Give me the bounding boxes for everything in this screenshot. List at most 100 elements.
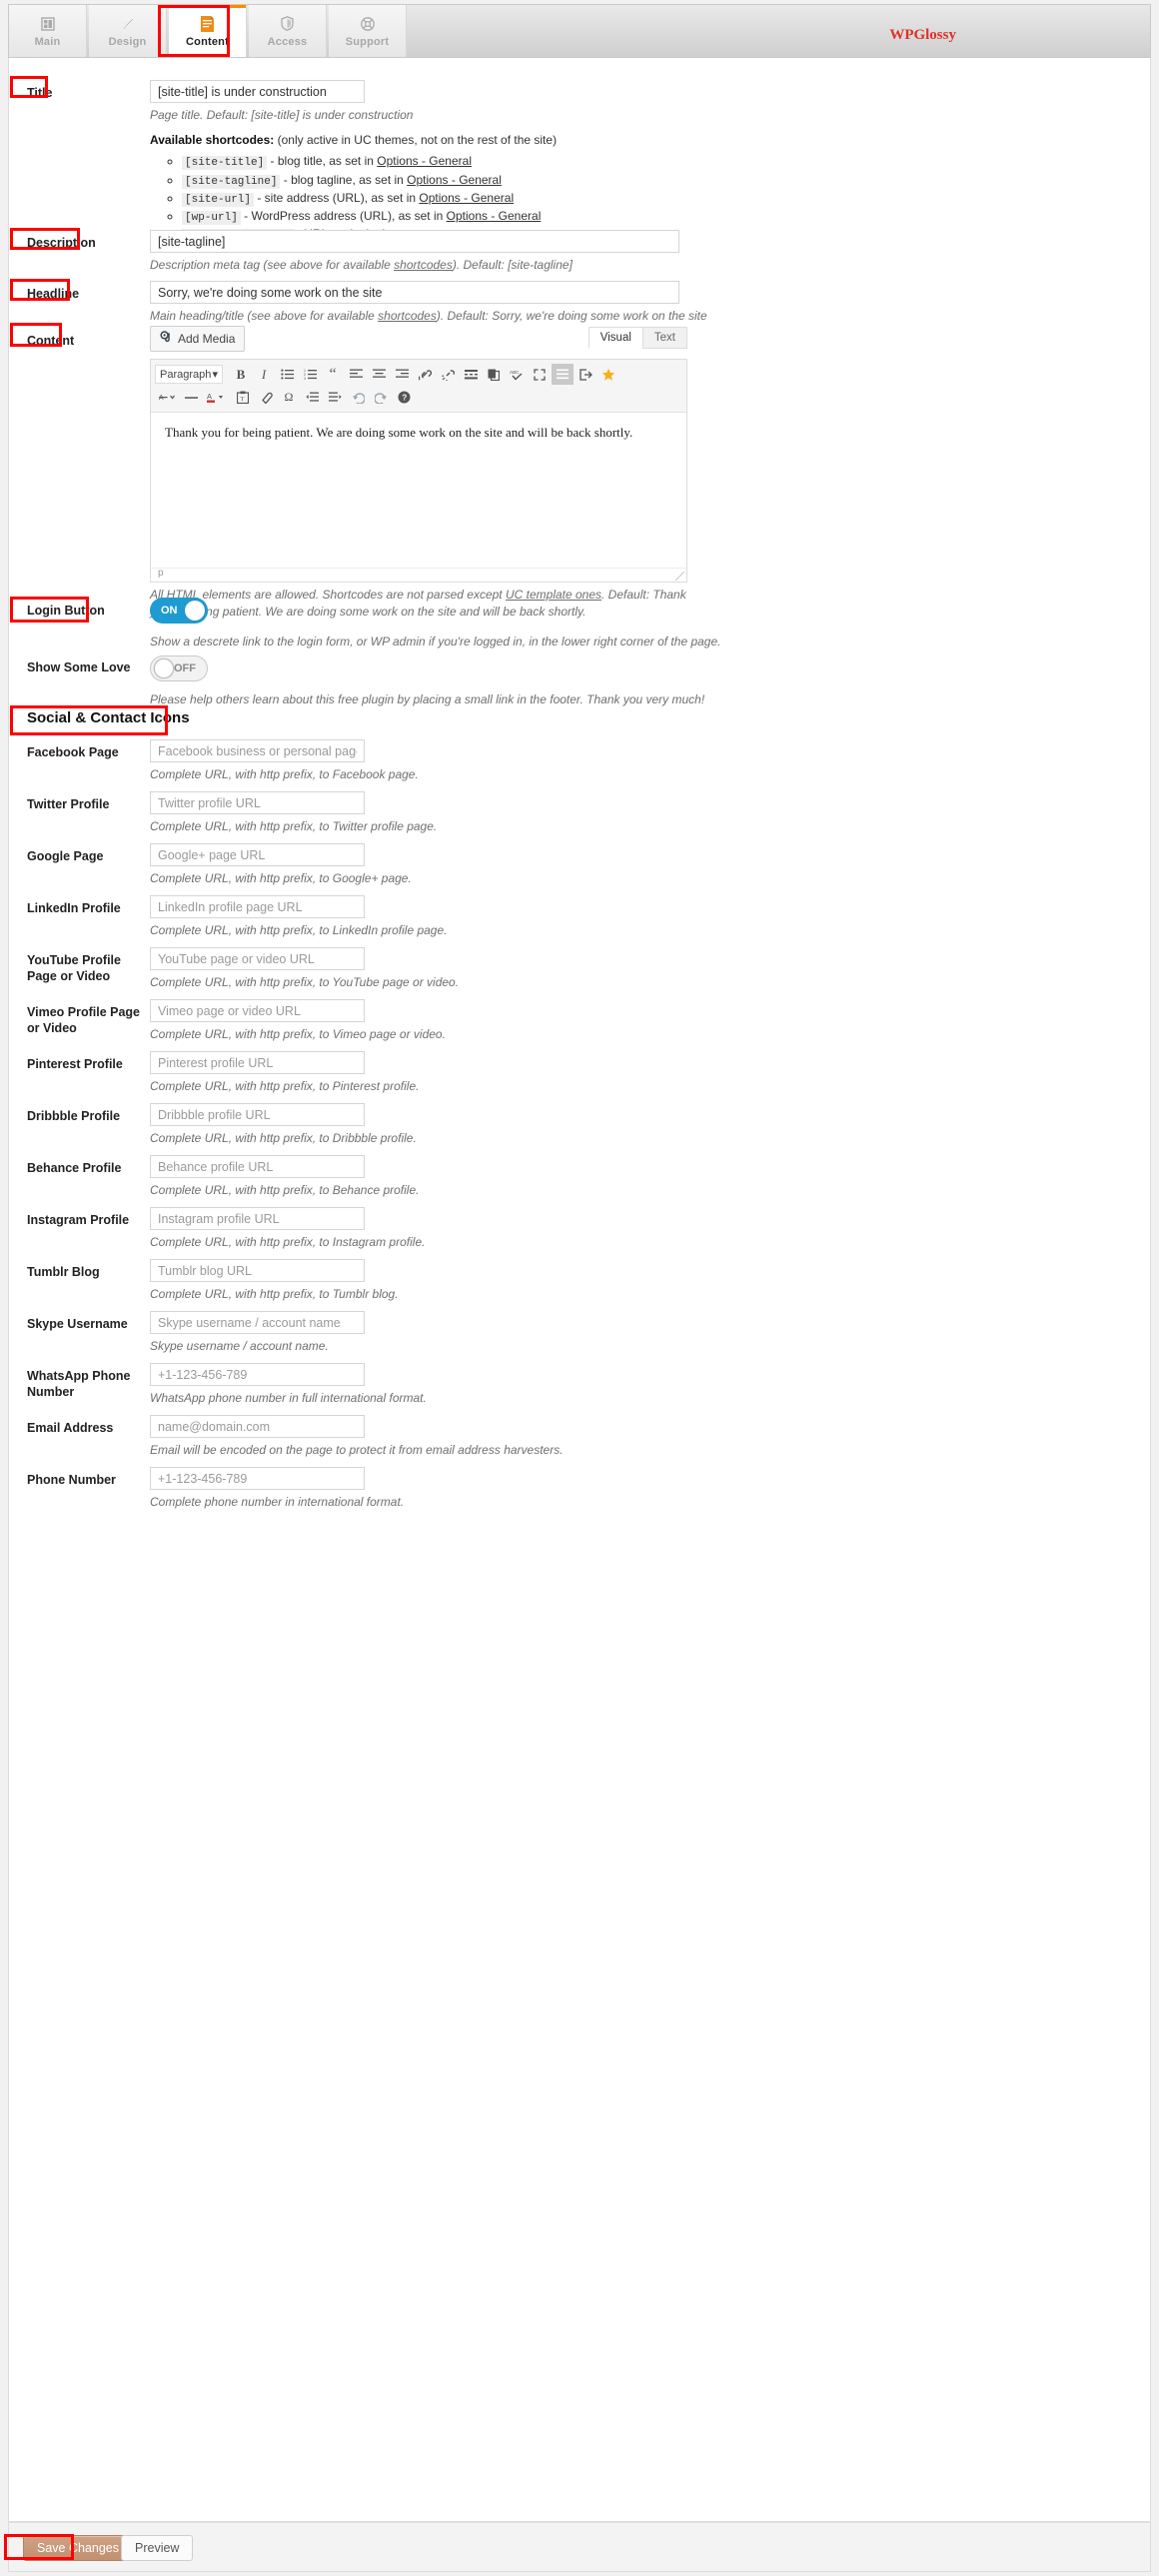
social-url-input[interactable] [150, 999, 365, 1022]
social-url-input[interactable] [150, 1051, 365, 1074]
tab-text[interactable]: Text [641, 327, 687, 349]
social-url-input[interactable] [150, 1103, 365, 1126]
outdent-icon[interactable] [301, 387, 323, 408]
label-social-field: WhatsApp Phone Number [27, 1369, 131, 1399]
list-item: [site-url] - site address (URL), as set … [182, 190, 557, 208]
description-input[interactable] [150, 230, 679, 253]
clear-formatting-icon[interactable] [255, 387, 277, 408]
label-login-button: Login Button [27, 604, 105, 618]
resize-handle[interactable] [675, 572, 684, 581]
numbered-list-icon[interactable]: 123 [299, 364, 321, 385]
social-url-input[interactable] [150, 1207, 365, 1230]
social-field-hint: Complete phone number in international f… [150, 1495, 405, 1509]
tab-content[interactable]: Content [169, 5, 247, 57]
field-social: Complete URL, with http prefix, to Vimeo… [150, 999, 446, 1043]
preview-button[interactable]: Preview [121, 2535, 194, 2561]
social-field-hint: Complete URL, with http prefix, to Twitt… [150, 819, 438, 833]
read-more-icon[interactable] [460, 364, 482, 385]
social-field-hint: Complete URL, with http prefix, to Behan… [150, 1183, 420, 1197]
help-icon[interactable]: ? [393, 387, 415, 408]
social-url-input[interactable] [150, 895, 365, 918]
options-general-link[interactable]: Options - General [419, 191, 514, 205]
chevron-down-icon: ▾ [212, 369, 218, 381]
social-url-input[interactable] [150, 739, 365, 762]
unlink-icon[interactable] [437, 364, 459, 385]
field-headline: Main heading/title (see above for availa… [150, 281, 707, 325]
format-select-value: Paragraph [160, 368, 212, 381]
social-field-hint: Complete URL, with http prefix, to Dribb… [150, 1131, 417, 1145]
align-left-icon[interactable] [345, 364, 367, 385]
field-social: Email will be encoded on the page to pro… [150, 1415, 564, 1459]
label-title: Title [27, 86, 53, 100]
link-icon[interactable] [414, 364, 436, 385]
label-social-field: Pinterest Profile [27, 1057, 123, 1071]
fullscreen-icon[interactable] [529, 364, 551, 385]
indent-icon[interactable] [324, 387, 346, 408]
insert-icon[interactable] [575, 364, 596, 385]
bold-icon[interactable]: B [230, 364, 252, 385]
layout-icon [40, 15, 55, 33]
social-url-input[interactable] [150, 1415, 365, 1438]
options-general-link[interactable]: Options - General [447, 209, 542, 223]
tab-support[interactable]: Support [329, 5, 407, 57]
brand-logo: WPGlossy [889, 27, 956, 43]
title-input[interactable] [150, 80, 365, 103]
editor-content-text[interactable]: Thank you for being patient. We are doin… [151, 413, 686, 568]
document-icon [200, 15, 215, 33]
social-url-input[interactable] [150, 1467, 365, 1490]
add-media-button[interactable]: Add Media [150, 326, 246, 352]
field-social: Complete URL, with http prefix, to YouTu… [150, 947, 459, 991]
social-url-input[interactable] [150, 1155, 365, 1178]
save-changes-button[interactable]: Save Changes [23, 2535, 134, 2561]
shortcodes-heading: Available shortcodes: (only active in UC… [150, 133, 557, 147]
strikethrough-icon[interactable]: A [155, 387, 179, 408]
tab-support-label: Support [345, 35, 390, 48]
field-show-some-love: OFF Please help others learn about this … [150, 655, 789, 708]
social-url-input[interactable] [150, 1311, 365, 1334]
content-editor: Add Media Visual Text Paragraph ▾ B I 1 … [150, 326, 687, 622]
align-right-icon[interactable] [391, 364, 413, 385]
social-url-input[interactable] [150, 947, 365, 970]
spellcheck-icon[interactable]: ABC [506, 364, 528, 385]
field-description: Description meta tag (see above for avai… [150, 230, 679, 274]
social-url-input[interactable] [150, 1259, 365, 1282]
horizontal-rule-icon[interactable] [180, 387, 202, 408]
text-color-icon[interactable]: A [203, 387, 231, 408]
tab-main[interactable]: Main [9, 5, 87, 57]
shortcode-desc: - blog title, as set in [267, 154, 378, 169]
blockquote-icon[interactable]: “ [322, 364, 344, 385]
label-social-field: Instagram Profile [27, 1213, 130, 1227]
label-headline: Headline [27, 287, 80, 301]
star-icon[interactable] [597, 364, 619, 385]
show-some-love-toggle[interactable]: OFF [150, 655, 208, 681]
tab-content-label: Content [186, 35, 229, 48]
shortcodes-link[interactable]: shortcodes [378, 309, 437, 323]
special-character-icon[interactable]: Ω [278, 387, 300, 408]
label-social-field: YouTube Profile Page or Video [27, 953, 121, 983]
options-general-link[interactable]: Options - General [377, 154, 472, 168]
format-select[interactable]: Paragraph ▾ [155, 365, 223, 384]
paste-as-text-icon[interactable]: T [232, 387, 254, 408]
social-url-input[interactable] [150, 1363, 365, 1386]
redo-icon[interactable] [370, 387, 392, 408]
options-general-link[interactable]: Options - General [407, 173, 502, 187]
login-button-toggle[interactable]: ON [150, 598, 208, 624]
headline-input[interactable] [150, 281, 679, 304]
duplicate-icon[interactable] [483, 364, 505, 385]
social-url-input[interactable] [150, 843, 365, 866]
undo-icon[interactable] [347, 387, 369, 408]
label-social-field: Vimeo Profile Page or Video [27, 1005, 141, 1035]
tab-bar: Main Design Content Access Support WPGlo… [8, 4, 1151, 58]
toggle-knob [154, 658, 174, 678]
svg-text:?: ? [402, 394, 407, 403]
social-url-input[interactable] [150, 791, 365, 814]
align-center-icon[interactable] [368, 364, 390, 385]
toolbar-toggle-icon[interactable] [552, 364, 574, 385]
italic-icon[interactable]: I [253, 364, 275, 385]
tab-design[interactable]: Design [89, 5, 167, 57]
tab-visual[interactable]: Visual [587, 327, 643, 349]
shortcodes-link[interactable]: shortcodes [394, 258, 453, 272]
tab-access[interactable]: Access [249, 5, 327, 57]
bulleted-list-icon[interactable] [276, 364, 298, 385]
svg-text:ABC: ABC [510, 370, 520, 375]
